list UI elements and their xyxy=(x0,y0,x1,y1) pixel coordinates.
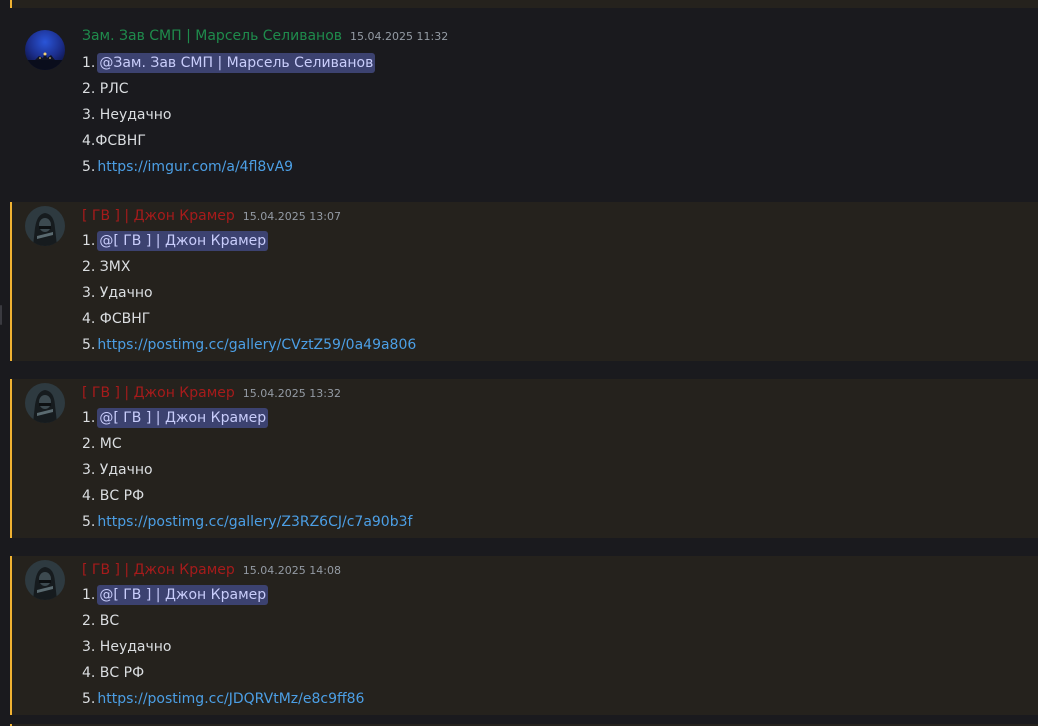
message-header: [ ГВ ] | Джон Крамер 15.04.2025 13:32 xyxy=(82,381,341,405)
message-line-1: 1. @[ ГВ ] | Джон Крамер xyxy=(82,582,364,608)
message-line-5: 5. https://postimg.cc/gallery/CVztZ59/0a4… xyxy=(82,332,416,358)
timestamp: 15.04.2025 11:32 xyxy=(350,29,449,43)
message-line-3: 3. Неудачно xyxy=(82,639,172,655)
previous-message-edge xyxy=(10,0,1038,8)
message-line-3: 3. Неудачно xyxy=(82,107,172,123)
message-header: [ ГВ ] | Джон Крамер 15.04.2025 14:08 xyxy=(82,558,341,582)
author-name[interactable]: [ ГВ ] | Джон Крамер xyxy=(82,562,235,578)
message: [ ГВ ] | Джон Крамер 15.04.2025 13:07 1.… xyxy=(10,202,1038,361)
message-header: [ ГВ ] | Джон Крамер 15.04.2025 13:07 xyxy=(82,204,341,228)
avatar[interactable] xyxy=(25,206,65,246)
message-line-4: 4.ФСВНГ xyxy=(82,133,146,149)
message-line-4: 4. ВС РФ xyxy=(82,665,145,681)
avatar[interactable] xyxy=(25,560,65,600)
timestamp: 15.04.2025 13:07 xyxy=(242,209,341,223)
night-city-avatar-icon xyxy=(25,30,65,70)
message-line-1: 1. @Зам. Зав СМП | Марсель Селиванов xyxy=(82,50,376,76)
message-line-4: 4. ФСВНГ xyxy=(82,311,151,327)
timestamp: 15.04.2025 14:08 xyxy=(242,563,341,577)
author-name[interactable]: Зам. Зав СМП | Марсель Селиванов xyxy=(82,28,342,44)
message: [ ГВ ] | Джон Крамер 15.04.2025 14:08 1.… xyxy=(10,556,1038,715)
message-content: 1. @[ ГВ ] | Джон Крамер 2. МС 3. Удачно … xyxy=(82,405,412,535)
line-number: 1. xyxy=(82,587,96,603)
message: Зам. Зав СМП | Марсель Селиванов 15.04.2… xyxy=(10,24,1038,194)
message-content: 1. @Зам. Зав СМП | Марсель Селиванов 2. Р… xyxy=(82,50,376,180)
message-link[interactable]: https://postimg.cc/gallery/Z3RZ6CJ/c7a90… xyxy=(97,514,412,530)
author-name[interactable]: [ ГВ ] | Джон Крамер xyxy=(82,208,235,224)
message-header: Зам. Зав СМП | Марсель Селиванов 15.04.2… xyxy=(82,24,448,48)
user-mention[interactable]: @[ ГВ ] | Джон Крамер xyxy=(97,408,269,428)
line-number: 1. xyxy=(82,410,96,426)
user-mention[interactable]: @[ ГВ ] | Джон Крамер xyxy=(97,231,269,251)
message: [ ГВ ] | Джон Крамер 15.04.2025 13:32 1.… xyxy=(10,379,1038,538)
message-line-5: 5. https://postimg.cc/JDQRVtMz/e8c9ff86 xyxy=(82,686,364,712)
message-line-5: 5. https://imgur.com/a/4fl8vA9 xyxy=(82,154,375,180)
line-number: 1. xyxy=(82,233,96,249)
avatar[interactable] xyxy=(25,383,65,423)
line-number: 1. xyxy=(82,55,96,71)
message-content: 1. @[ ГВ ] | Джон Крамер 2. ЗМХ 3. Удачно… xyxy=(82,228,416,358)
message-link[interactable]: https://postimg.cc/gallery/CVztZ59/0a49a… xyxy=(97,337,416,353)
hooded-figure-avatar-icon xyxy=(25,560,65,600)
line-number: 5. xyxy=(82,337,96,353)
message-line-5: 5. https://postimg.cc/gallery/Z3RZ6CJ/c7a… xyxy=(82,509,412,535)
message-link[interactable]: https://imgur.com/a/4fl8vA9 xyxy=(97,159,293,175)
chat-message-list: Зам. Зав СМП | Марсель Селиванов 15.04.2… xyxy=(0,0,1038,726)
line-number: 5. xyxy=(82,691,96,707)
user-mention[interactable]: @Зам. Зав СМП | Марсель Селиванов xyxy=(97,53,376,73)
message-content: 1. @[ ГВ ] | Джон Крамер 2. ВС 3. Неудачн… xyxy=(82,582,364,712)
hooded-figure-avatar-icon xyxy=(25,206,65,246)
message-link[interactable]: https://postimg.cc/JDQRVtMz/e8c9ff86 xyxy=(97,691,364,707)
line-number: 5. xyxy=(82,159,96,175)
message-line-4: 4. ВС РФ xyxy=(82,488,145,504)
line-number: 5. xyxy=(82,514,96,530)
user-mention[interactable]: @[ ГВ ] | Джон Крамер xyxy=(97,585,269,605)
avatar[interactable] xyxy=(25,30,65,70)
message-line-3: 3. Удачно xyxy=(82,462,153,478)
message-line-3: 3. Удачно xyxy=(82,285,153,301)
message-line-2: 2. РЛС xyxy=(82,81,129,97)
timestamp: 15.04.2025 13:32 xyxy=(242,386,341,400)
scroll-handle[interactable] xyxy=(0,305,2,325)
message-line-1: 1. @[ ГВ ] | Джон Крамер xyxy=(82,228,416,254)
author-name[interactable]: [ ГВ ] | Джон Крамер xyxy=(82,385,235,401)
message-line-1: 1. @[ ГВ ] | Джон Крамер xyxy=(82,405,412,431)
message-line-2: 2. ВС xyxy=(82,613,120,629)
message-line-2: 2. МС xyxy=(82,436,122,452)
message-line-2: 2. ЗМХ xyxy=(82,259,131,275)
hooded-figure-avatar-icon xyxy=(25,383,65,423)
